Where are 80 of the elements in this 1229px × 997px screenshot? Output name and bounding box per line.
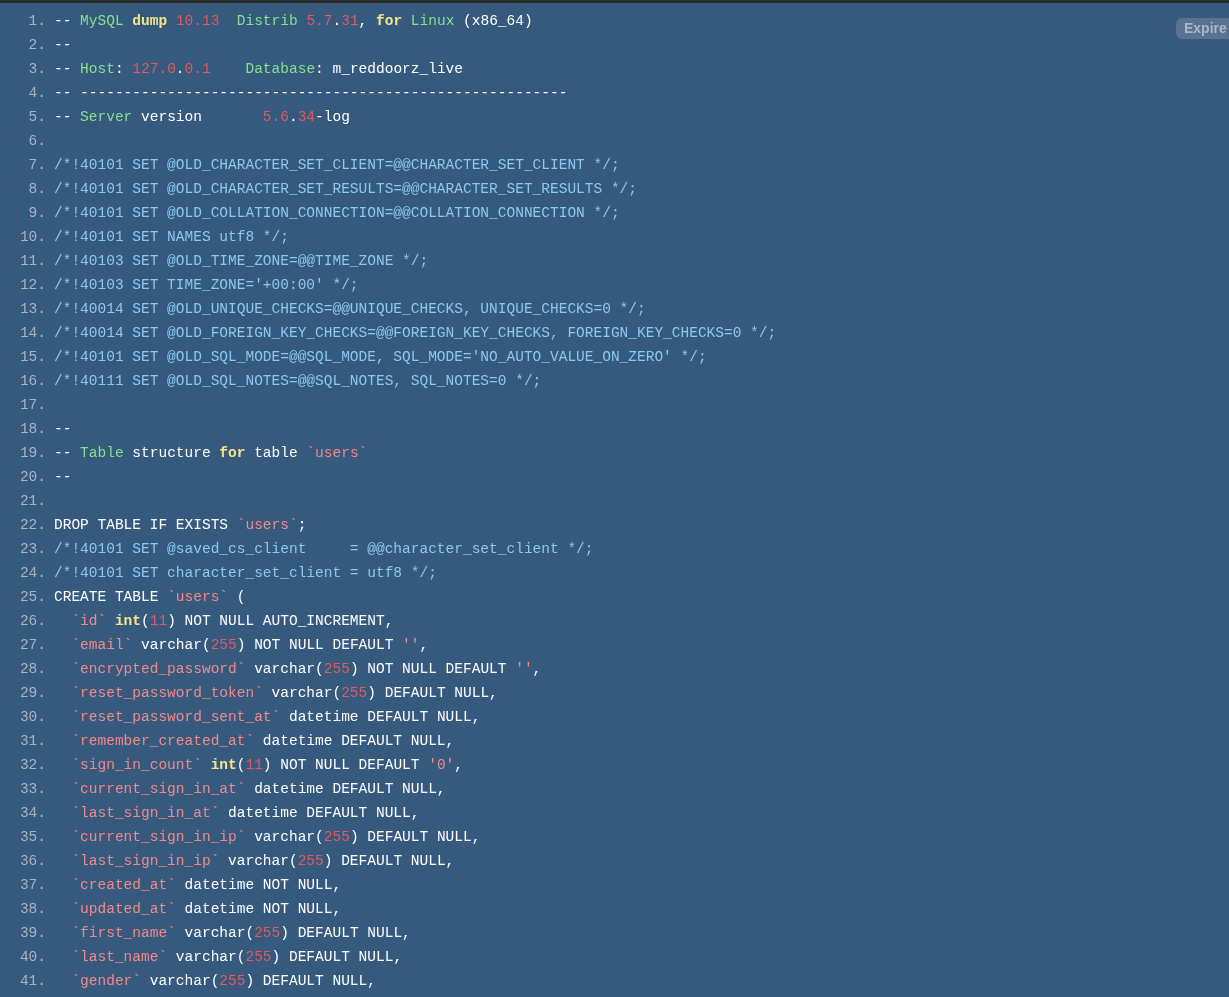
line-number: 17. (18, 397, 46, 413)
line-number: 9. (27, 205, 46, 221)
code-line: `encrypted_password` varchar(255) NOT NULL DEFAULT '', (70, 661, 542, 677)
line-number: 27. (18, 637, 46, 653)
line-number: 10. (18, 229, 46, 245)
line-number: 21. (18, 493, 46, 509)
line-number: 20. (18, 469, 46, 485)
line-number: 31. (18, 733, 46, 749)
code-line: /*!40103 SET @OLD_TIME_ZONE=@@TIME_ZONE */; (54, 253, 429, 269)
line-number: 13. (18, 301, 46, 317)
line-number: 37. (18, 877, 46, 893)
line-number: 38. (18, 901, 46, 917)
expire-badge: Expire (1176, 18, 1229, 39)
code-line: /*!40101 SET @OLD_COLLATION_CONNECTION=@@COLLATION_CONNECTION */; (54, 205, 620, 221)
line-number: 28. (18, 661, 46, 677)
line-number: 40. (18, 949, 46, 965)
line-number: 32. (18, 757, 46, 773)
code-line: -- (54, 37, 72, 53)
line-number: 39. (18, 925, 46, 941)
code-line: `gender` varchar(255) DEFAULT NULL, (70, 973, 376, 989)
code-line: -- (54, 421, 72, 437)
line-number: 26. (18, 613, 46, 629)
line-number: 3. (27, 61, 46, 77)
code-line: `reset_password_token` varchar(255) DEFAULT NULL, (70, 685, 498, 701)
code-line: -- (54, 469, 72, 485)
line-number: 41. (18, 973, 46, 989)
code-line: /*!40101 SET @saved_cs_client = @@character_set_client */; (54, 541, 594, 557)
line-number: 35. (18, 829, 46, 845)
line-number: 24. (18, 565, 46, 581)
line-number: 22. (18, 517, 46, 533)
line-number: 1. (27, 13, 46, 29)
code-line: DROP TABLE IF EXISTS `users`; (54, 517, 307, 533)
code-line: CREATE TABLE `users` ( (54, 589, 246, 605)
line-number: 2. (27, 37, 46, 53)
code-line: /*!40014 SET @OLD_UNIQUE_CHECKS=@@UNIQUE_CHECKS, UNIQUE_CHECKS=0 */; (54, 301, 646, 317)
code-line: /*!40101 SET NAMES utf8 */; (54, 229, 289, 245)
code-line: -- MySQL dump 10.13 Distrib 5.7.31, for Linux (x86_64) (54, 13, 533, 29)
code-line: `current_sign_in_ip` varchar(255) DEFAULT NULL, (70, 829, 481, 845)
line-number: 18. (18, 421, 46, 437)
code-line: -- Table structure for table `users` (54, 445, 368, 461)
line-number: 29. (18, 685, 46, 701)
line-number: 30. (18, 709, 46, 725)
line-number: 15. (18, 349, 46, 365)
line-number: 11. (18, 253, 46, 269)
code-line: `reset_password_sent_at` datetime DEFAULT NULL, (70, 709, 481, 725)
code-line: `last_name` varchar(255) DEFAULT NULL, (70, 949, 403, 965)
line-number: 5. (27, 109, 46, 125)
code-line: `created_at` datetime NOT NULL, (70, 877, 342, 893)
code-line: -- Server version 5.6.34-log (54, 109, 350, 125)
code-line: -- Host: 127.0.0.1 Database: m_reddoorz_live (54, 61, 464, 77)
code-line: `updated_at` datetime NOT NULL, (70, 901, 342, 917)
code-line: `last_sign_in_ip` varchar(255) DEFAULT NULL, (70, 853, 455, 869)
line-number: 34. (18, 805, 46, 821)
code-line: /*!40101 SET @OLD_CHARACTER_SET_RESULTS=@@CHARACTER_SET_RESULTS */; (54, 181, 637, 197)
line-number: 25. (18, 589, 46, 605)
code-line: `email` varchar(255) NOT NULL DEFAULT '', (70, 637, 429, 653)
code-line: /*!40101 SET character_set_client = utf8 */; (54, 565, 437, 581)
code-line: `id` int(11) NOT NULL AUTO_INCREMENT, (70, 613, 394, 629)
code-line: /*!40101 SET @OLD_SQL_MODE=@@SQL_MODE, SQL_MODE='NO_AUTO_VALUE_ON_ZERO' */; (54, 349, 707, 365)
line-number: 8. (27, 181, 46, 197)
line-number: 16. (18, 373, 46, 389)
code-line: /*!40111 SET @OLD_SQL_NOTES=@@SQL_NOTES, SQL_NOTES=0 */; (54, 373, 542, 389)
code-line: `first_name` varchar(255) DEFAULT NULL, (70, 925, 411, 941)
code-line: /*!40103 SET TIME_ZONE='+00:00' */; (54, 277, 359, 293)
line-number: 7. (27, 157, 46, 173)
code-line: `last_sign_in_at` datetime DEFAULT NULL, (70, 805, 420, 821)
line-number: 19. (18, 445, 46, 461)
code-line: -- -------------------------------------------------------- (54, 85, 568, 101)
code-line: `current_sign_in_at` datetime DEFAULT NULL, (70, 781, 446, 797)
line-number: 6. (27, 133, 46, 149)
line-number: 23. (18, 541, 46, 557)
code-line: /*!40101 SET @OLD_CHARACTER_SET_CLIENT=@@CHARACTER_SET_CLIENT */; (54, 157, 620, 173)
line-number: 12. (18, 277, 46, 293)
line-number: 33. (18, 781, 46, 797)
line-number: 4. (27, 85, 46, 101)
code-line: `sign_in_count` int(11) NOT NULL DEFAULT '0', (70, 757, 463, 773)
line-number: 36. (18, 853, 46, 869)
code-line: `remember_created_at` datetime DEFAULT NULL, (70, 733, 455, 749)
line-number: 14. (18, 325, 46, 341)
code-line: /*!40014 SET @OLD_FOREIGN_KEY_CHECKS=@@FOREIGN_KEY_CHECKS, FOREIGN_KEY_CHECKS=0 */; (54, 325, 777, 341)
